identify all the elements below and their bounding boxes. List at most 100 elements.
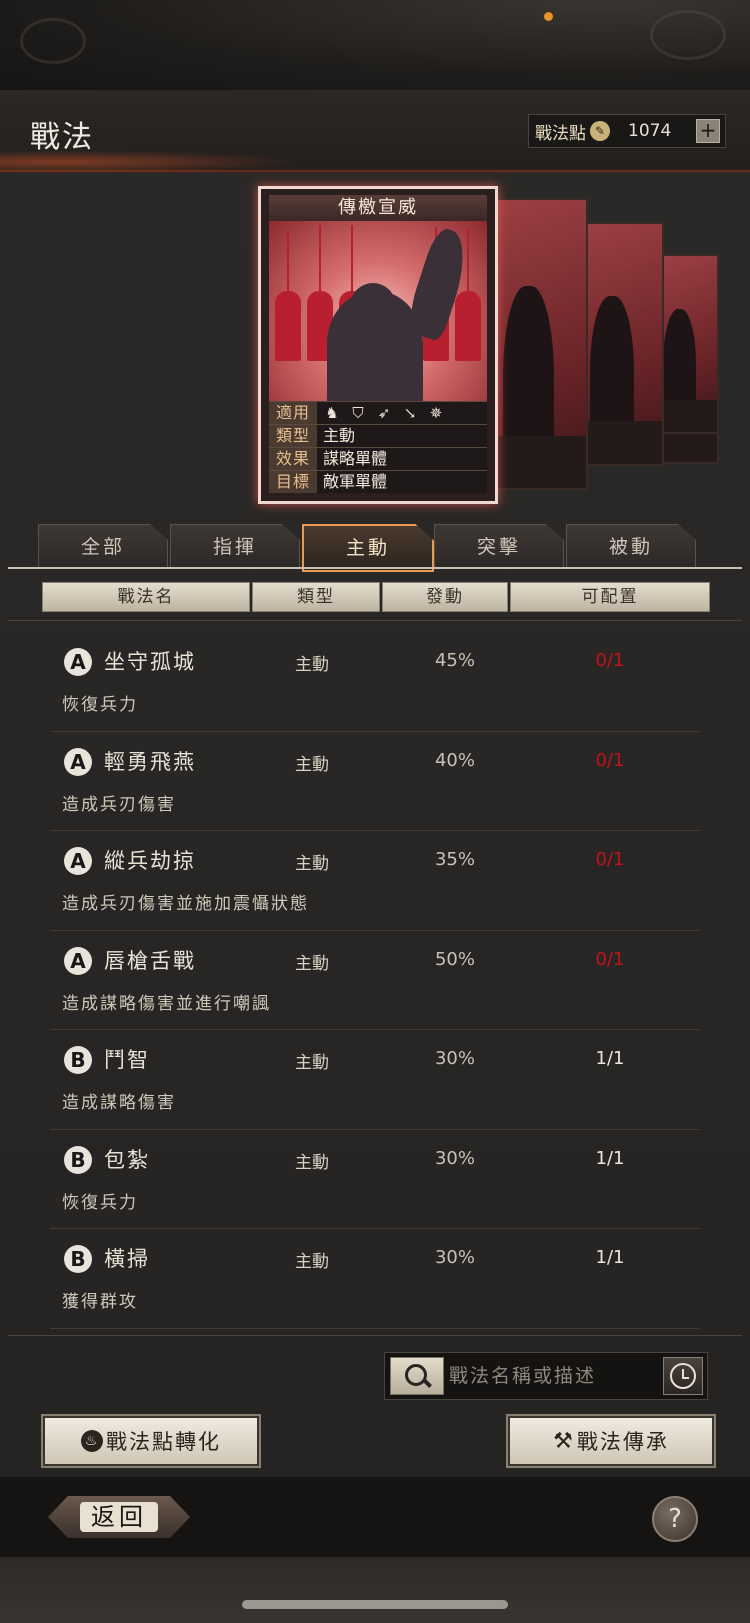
skill-description: 造成兵刃傷害並施加震懾狀態 [62, 894, 309, 914]
grade-badge: B [64, 1145, 92, 1174]
card-info-value: 敵軍單體 [317, 471, 487, 493]
convert-points-label: 戰法點轉化 [106, 1430, 221, 1454]
skill-type: 主動 [295, 1152, 329, 1173]
skill-point-icon: ✎ [590, 121, 610, 141]
skill-name: 鬥智 [104, 1048, 150, 1072]
skill-slots: 0/1 [595, 849, 625, 870]
skill-description: 造成謀略傷害 [62, 1093, 176, 1113]
card-info-label: 目標 [269, 471, 317, 493]
skill-type: 主動 [295, 655, 329, 675]
skill-rate: 30% [434, 1048, 475, 1069]
skill-type: 主動 [295, 1252, 329, 1272]
skill-points-label: 戰法點 [535, 123, 586, 144]
cloud-ornament [650, 10, 726, 60]
skill-row[interactable]: A 唇槍舌戰 主動 50% 0/1 造成謀略傷害並進行嘲諷 [50, 931, 700, 1030]
card-info-label: 適用 [269, 402, 317, 424]
grade-badge: A [64, 847, 92, 875]
skill-row[interactable]: B 鬥智 主動 30% 1/1 造成謀略傷害 [50, 1030, 700, 1130]
skill-card[interactable] [580, 222, 664, 466]
back-button[interactable]: 返回 [48, 1496, 190, 1538]
skill-rate: 50% [434, 948, 475, 970]
skill-list: A 坐守孤城 主動 45% 0/1 恢復兵力 A 輕勇飛燕 主動 40% 0/1 造成兵刃傷害 A 縱兵劫… [50, 632, 700, 1329]
skill-name: 坐守孤城 [104, 650, 196, 674]
skill-type: 主動 [295, 854, 329, 874]
column-header-name[interactable]: 戰法名 [42, 582, 250, 612]
skill-points-value: 1074 [628, 121, 672, 141]
home-indicator[interactable] [242, 1600, 508, 1609]
page-title: 戰法 [30, 120, 94, 155]
tab-passive[interactable]: 被動 [566, 524, 696, 569]
grade-badge: B [64, 1245, 92, 1273]
cloud-ornament [20, 18, 86, 64]
skill-description: 造成謀略傷害並進行嘲諷 [62, 993, 271, 1014]
skill-points-box: 戰法點 ✎ 1074 + [528, 114, 726, 148]
skill-row[interactable]: A 縱兵劫掠 主動 35% 0/1 造成兵刃傷害並施加震懾狀態 [50, 831, 700, 931]
skill-type: 主動 [295, 953, 329, 974]
spear-icon: ↘ [403, 404, 417, 422]
tab-assault[interactable]: 突擊 [434, 524, 564, 569]
card-info-label: 效果 [269, 448, 317, 470]
convert-points-button[interactable]: ♨ 戰法點轉化 [43, 1416, 259, 1466]
card-info-label: 類型 [269, 425, 317, 447]
card-info-row: 效果 謀略單體 [269, 447, 487, 470]
skill-name: 橫掃 [104, 1247, 150, 1271]
skill-name: 包紮 [104, 1147, 150, 1172]
card-title: 傳檄宣威 [269, 195, 487, 221]
list-divider [8, 1335, 742, 1336]
add-points-button[interactable]: + [696, 119, 720, 143]
grade-badge: A [64, 946, 92, 975]
search-button[interactable] [390, 1357, 444, 1395]
card-info-value: 謀略單體 [317, 448, 487, 470]
column-header-rate[interactable]: 發動 [382, 582, 508, 612]
skill-description: 獲得群攻 [62, 1292, 138, 1312]
skill-description: 恢復兵力 [62, 1192, 138, 1213]
top-decor [0, 0, 750, 90]
tab-all[interactable]: 全部 [38, 524, 168, 569]
skill-rate: 30% [434, 1147, 475, 1169]
back-label: 返回 [80, 1502, 158, 1532]
skill-slots: 1/1 [595, 1247, 625, 1268]
inherit-skill-label: 戰法傳承 [576, 1430, 669, 1454]
skill-slots: 0/1 [595, 749, 625, 771]
column-headers: 戰法名 類型 發動 可配置 [42, 582, 710, 612]
wheel-icon: ✵ [429, 404, 443, 422]
category-tabs: 全部 指揮 主動 突擊 被動 [38, 524, 718, 572]
skill-name: 輕勇飛燕 [104, 749, 196, 774]
inherit-skill-button[interactable]: ⚒ 戰法傳承 [508, 1416, 714, 1466]
skill-description: 造成兵刃傷害 [62, 794, 176, 815]
tabs-divider [8, 567, 742, 569]
clock-hand [682, 1377, 689, 1379]
hammer-icon: ⚒ [553, 1428, 575, 1454]
skill-row[interactable]: B 包紮 主動 30% 1/1 恢復兵力 [50, 1130, 700, 1229]
search-bar [384, 1352, 708, 1400]
skill-card[interactable] [492, 198, 588, 490]
header-divider [8, 620, 742, 621]
skill-row[interactable]: B 橫掃 主動 30% 1/1 獲得群攻 [50, 1229, 700, 1329]
skill-rate: 35% [434, 849, 475, 870]
skill-name: 唇槍舌戰 [104, 948, 196, 973]
card-info-value: 主動 [317, 425, 487, 447]
troop-type-icons: ♞ ⛉ ➶ ↘ ✵ [317, 402, 487, 424]
search-input[interactable] [447, 1359, 647, 1393]
card-info-row: 目標 敵軍單體 [269, 470, 487, 493]
tab-active[interactable]: 主動 [302, 524, 434, 572]
tab-command[interactable]: 指揮 [170, 524, 300, 569]
card-illustration [269, 221, 487, 401]
grade-badge: B [64, 1046, 92, 1074]
selected-skill-card[interactable]: 傳檄宣威 適用 ♞ ⛉ ➶ ↘ ✵ 類型 主動 效果 謀略單體 目標 敵軍單體 [258, 186, 498, 504]
skill-row[interactable]: A 輕勇飛燕 主動 40% 0/1 造成兵刃傷害 [50, 732, 700, 831]
skill-slots: 1/1 [595, 1048, 625, 1069]
skill-name: 縱兵劫掠 [104, 849, 196, 873]
skill-card[interactable] [655, 254, 719, 434]
skill-slots: 0/1 [595, 948, 625, 970]
history-button[interactable] [663, 1357, 703, 1395]
help-button[interactable]: ? [652, 1496, 698, 1542]
grade-badge: A [64, 648, 92, 676]
search-icon-handle [422, 1378, 432, 1388]
column-header-slots[interactable]: 可配置 [510, 582, 710, 612]
card-info-row: 適用 ♞ ⛉ ➶ ↘ ✵ [269, 401, 487, 424]
flame-icon: ♨ [81, 1430, 103, 1452]
skill-slots: 0/1 [595, 650, 625, 671]
column-header-type[interactable]: 類型 [252, 582, 380, 612]
skill-row[interactable]: A 坐守孤城 主動 45% 0/1 恢復兵力 [50, 632, 700, 732]
